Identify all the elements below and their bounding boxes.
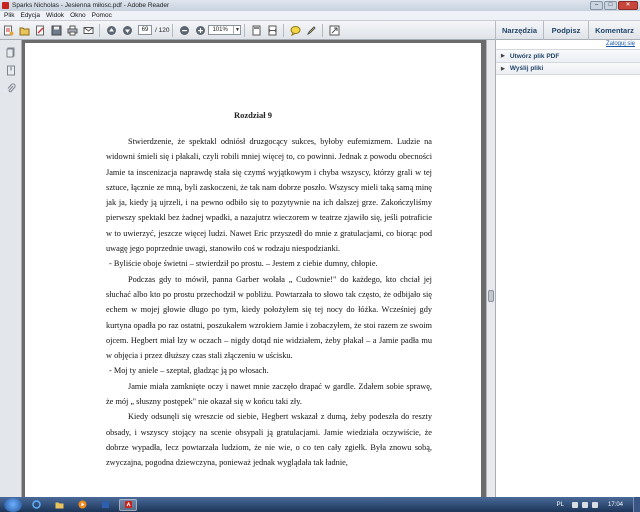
- print-icon[interactable]: [66, 24, 78, 36]
- open-file-icon[interactable]: [18, 24, 30, 36]
- chevron-down-icon: ▼: [233, 26, 240, 34]
- page-total: / 120: [155, 26, 170, 34]
- bookmarks-icon[interactable]: [6, 65, 16, 76]
- paragraph: Podczas gdy to mówił, panna Garber wołał…: [106, 274, 432, 361]
- fit-width-icon[interactable]: [266, 24, 278, 36]
- menu-file[interactable]: Plik: [0, 12, 17, 19]
- page-number-input[interactable]: 69: [138, 25, 152, 35]
- create-pdf-section[interactable]: ▶ Utwórz plik PDF: [496, 49, 640, 62]
- attachments-icon[interactable]: [6, 83, 16, 94]
- create-pdf-icon[interactable]: [2, 24, 14, 36]
- taskbar-media-icon[interactable]: [73, 499, 91, 511]
- tray-arrow-icon[interactable]: [571, 501, 578, 508]
- taskbar-explorer-icon[interactable]: [50, 499, 68, 511]
- sign-button[interactable]: Podpisz: [543, 21, 588, 40]
- show-desktop-button[interactable]: [633, 497, 640, 512]
- menu-bar: Plik Edycja Widok Okno Pomoc: [0, 11, 640, 21]
- next-page-icon[interactable]: [121, 24, 133, 36]
- toolbar-separator: [99, 23, 100, 37]
- adobe-reader-icon: [2, 2, 9, 9]
- system-tray: PL 17:04: [557, 497, 640, 512]
- toolbar-separator: [283, 23, 285, 37]
- email-icon[interactable]: [82, 24, 94, 36]
- comment-icon[interactable]: [289, 24, 301, 36]
- language-indicator[interactable]: PL: [557, 502, 564, 508]
- highlight-icon[interactable]: [305, 24, 317, 36]
- toolbar-separator: [244, 23, 246, 37]
- paragraph: - Byliście oboje świetni – stwierdził po…: [109, 259, 378, 269]
- fit-page-icon[interactable]: [250, 24, 262, 36]
- zoom-value: 101%: [212, 27, 228, 33]
- paragraph: Stwierdzenie, że spektakl odniósł druzgo…: [106, 137, 432, 254]
- toolbar: 69 / 120 101% ▼ Narzędzia Podpisz Koment…: [0, 21, 640, 40]
- paragraph: - Moj ty aniele – szeptał, gładząc ją po…: [109, 366, 269, 376]
- save-icon[interactable]: [50, 24, 62, 36]
- menu-help[interactable]: Pomoc: [89, 12, 115, 19]
- menu-window[interactable]: Okno: [67, 12, 89, 19]
- chapter-heading: Rozdział 9: [233, 110, 272, 120]
- vertical-scrollbar[interactable]: [486, 40, 495, 497]
- volume-icon[interactable]: [591, 501, 598, 508]
- tools-button[interactable]: Narzędzia: [495, 21, 543, 40]
- network-icon[interactable]: [581, 501, 588, 508]
- panel-buttons: Narzędzia Podpisz Komentarz: [495, 21, 640, 40]
- navigation-panel: [0, 40, 22, 497]
- toolbar-separator: [322, 23, 324, 37]
- tasks-panel: Zaloguj się ▶ Utwórz plik PDF ▶ Wyślij p…: [495, 40, 640, 497]
- send-files-section[interactable]: ▶ Wyślij pliki: [496, 62, 640, 75]
- menu-edit[interactable]: Edycja: [17, 12, 43, 19]
- minimize-button[interactable]: –: [590, 1, 603, 10]
- login-link[interactable]: Zaloguj się: [496, 40, 640, 49]
- taskbar: PL 17:04: [0, 497, 640, 512]
- maximize-button[interactable]: □: [604, 1, 617, 10]
- title-bar: Sparks Nicholas - Jesienna miłosc.pdf - …: [0, 0, 640, 11]
- paragraph: Kiedy odsunęli się wreszcie od siebie, H…: [106, 412, 432, 468]
- document-view[interactable]: Rozdział 9 Stwierdzenie, że spektakl odn…: [22, 40, 486, 497]
- paragraph: Jamie miała zamknięte oczy i nawet mnie …: [106, 381, 432, 407]
- section-label: Wyślij pliki: [509, 65, 544, 72]
- window-controls: – □ ✕: [590, 1, 638, 10]
- comment-button[interactable]: Komentarz: [588, 21, 640, 40]
- section-label: Utwórz plik PDF: [509, 52, 560, 60]
- expand-arrow-icon: ▶: [501, 53, 505, 59]
- zoom-in-icon[interactable]: [194, 24, 206, 36]
- clock[interactable]: 17:04: [608, 502, 623, 508]
- expand-icon[interactable]: [328, 24, 340, 36]
- toolbar-separator: [172, 23, 174, 37]
- menu-view[interactable]: Widok: [43, 12, 67, 19]
- close-button[interactable]: ✕: [618, 1, 638, 10]
- taskbar-adobe-reader-icon[interactable]: [119, 498, 137, 511]
- expand-arrow-icon: ▶: [501, 65, 505, 72]
- taskbar-app-icon[interactable]: [96, 499, 114, 511]
- zoom-out-icon[interactable]: [178, 24, 190, 36]
- zoom-select[interactable]: 101% ▼: [208, 25, 242, 35]
- window-title: Sparks Nicholas - Jesienna miłosc.pdf - …: [12, 2, 170, 9]
- taskbar-ie-icon[interactable]: [27, 499, 45, 511]
- pdf-page: Rozdział 9 Stwierdzenie, że spektakl odn…: [25, 43, 481, 497]
- edit-pdf-icon[interactable]: [34, 24, 46, 36]
- start-button[interactable]: [4, 497, 22, 512]
- page-text: Stwierdzenie, że spektakl odniósł druzgo…: [106, 134, 432, 471]
- previous-page-icon[interactable]: [105, 24, 117, 36]
- scrollbar-thumb[interactable]: [488, 290, 494, 302]
- page-thumbnails-icon[interactable]: [6, 47, 16, 58]
